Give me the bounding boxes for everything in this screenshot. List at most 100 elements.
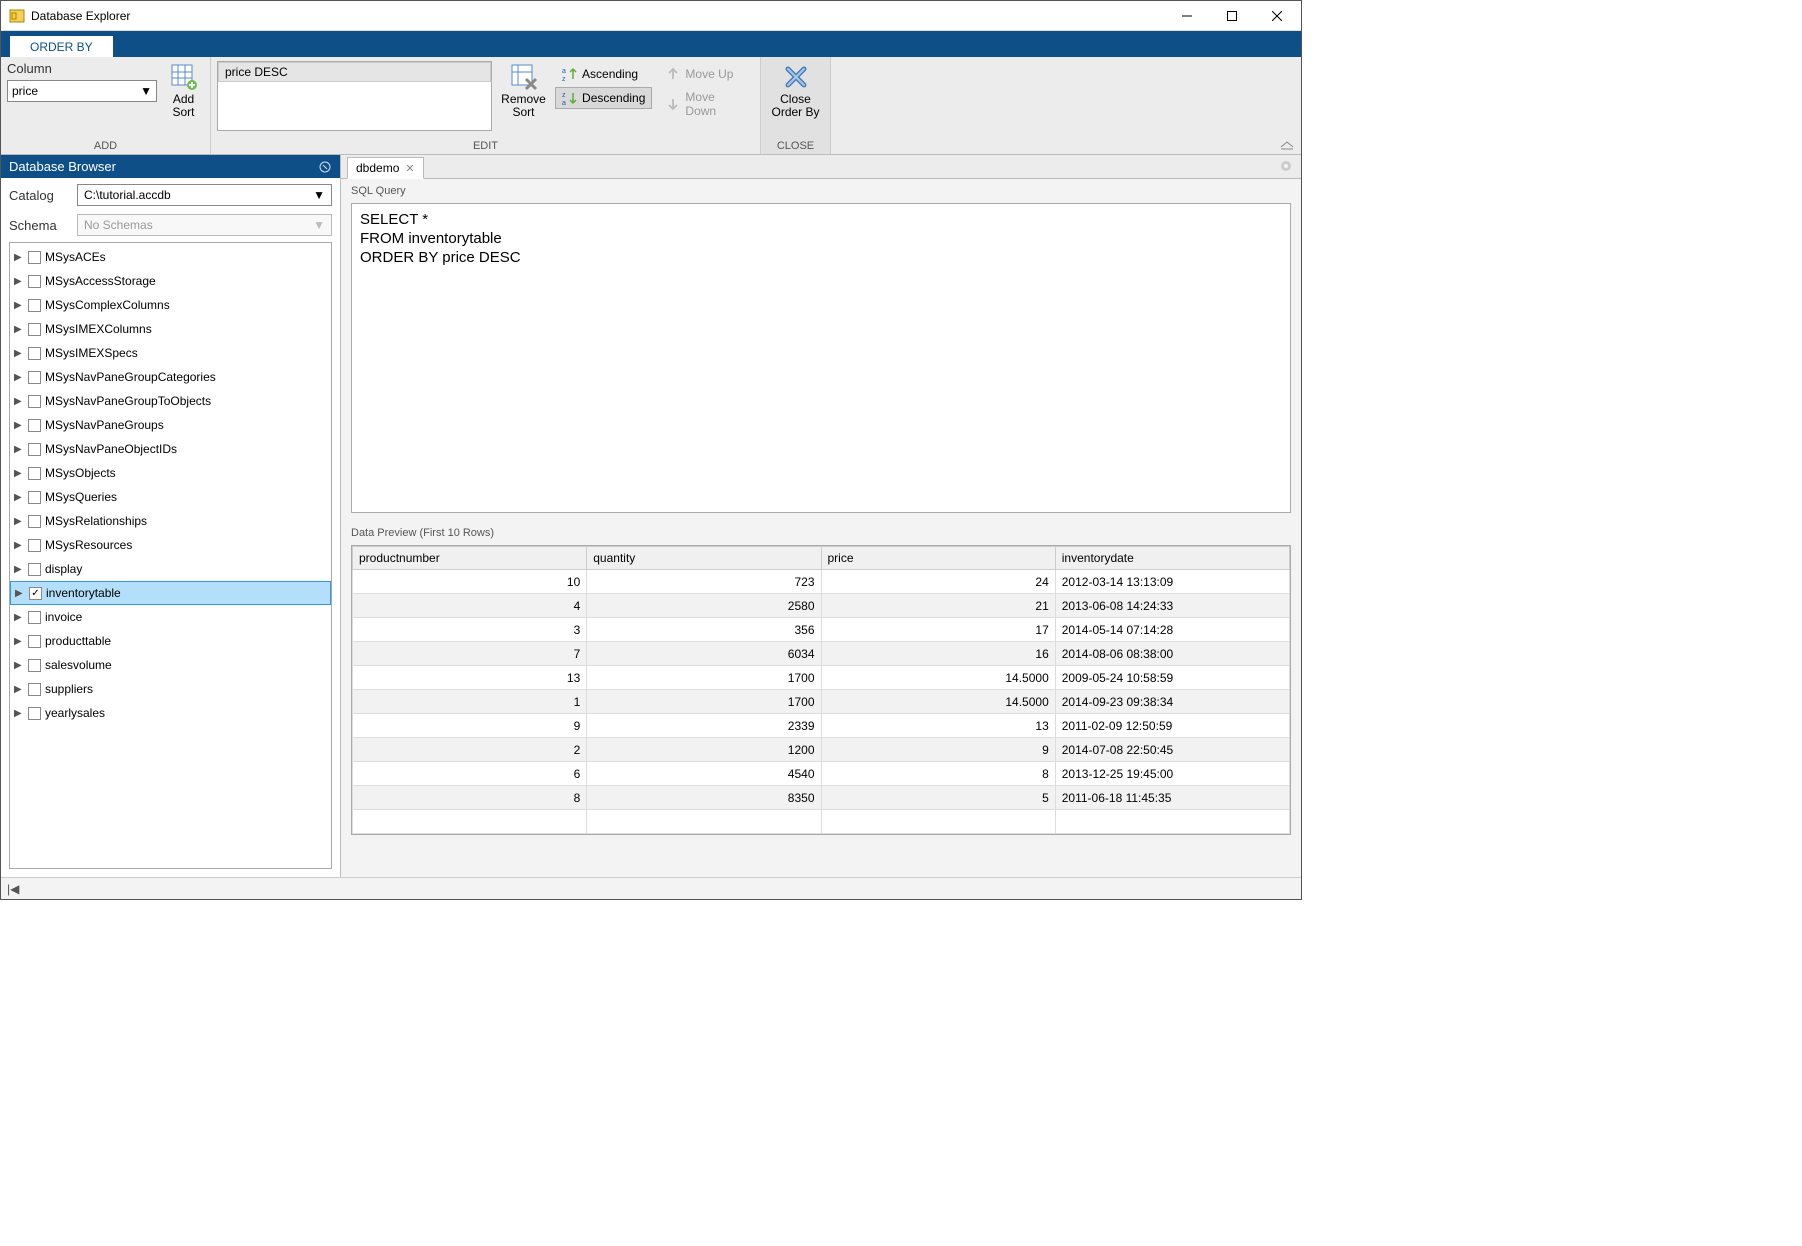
expand-icon[interactable]: ▶	[14, 324, 24, 335]
schema-select: No Schemas ▼	[77, 214, 332, 236]
svg-text:a: a	[562, 68, 566, 75]
checkbox[interactable]	[28, 611, 41, 624]
descending-button[interactable]: za Descending	[555, 87, 652, 109]
checkbox[interactable]	[28, 707, 41, 720]
tree-node[interactable]: ▶MSysNavPaneGroups	[10, 413, 331, 437]
expand-icon[interactable]: ▶	[14, 636, 24, 647]
sort-list[interactable]: price DESC	[217, 61, 492, 131]
tree-node[interactable]: ▶producttable	[10, 629, 331, 653]
table-row[interactable]: 13170014.50002009-05-24 10:58:59	[353, 666, 1290, 690]
expand-icon[interactable]: ▶	[14, 396, 24, 407]
expand-icon[interactable]: ▶	[14, 276, 24, 287]
table-row[interactable]: 8835052011-06-18 11:45:35	[353, 786, 1290, 810]
expand-icon[interactable]: ▶	[14, 684, 24, 695]
table-row[interactable]: 1170014.50002014-09-23 09:38:34	[353, 690, 1290, 714]
column-select[interactable]: price ▼	[7, 80, 157, 102]
expand-icon[interactable]: ▶	[14, 420, 24, 431]
tree-node[interactable]: ▶MSysObjects	[10, 461, 331, 485]
expand-icon[interactable]: ▶	[14, 708, 24, 719]
tab-orderby[interactable]: ORDER BY	[9, 35, 114, 58]
tree-node[interactable]: ▶yearlysales	[10, 701, 331, 725]
ascending-button[interactable]: az Ascending	[555, 63, 652, 85]
add-sort-button[interactable]: Add Sort	[163, 61, 204, 119]
checkbox[interactable]	[28, 371, 41, 384]
checkbox[interactable]	[28, 443, 41, 456]
checkbox[interactable]	[28, 491, 41, 504]
close-orderby-button[interactable]: Close Order By	[767, 61, 824, 119]
sql-query-input[interactable]: SELECT * FROM inventorytable ORDER BY pr…	[351, 203, 1291, 513]
table-row[interactable]: 10723242012-03-14 13:13:09	[353, 570, 1290, 594]
tree-node[interactable]: ▶display	[10, 557, 331, 581]
expand-icon[interactable]: ▶	[14, 252, 24, 263]
table-row[interactable]: 92339132011-02-09 12:50:59	[353, 714, 1290, 738]
sidebar-minimize-icon[interactable]	[318, 160, 332, 174]
table-cell: 2	[353, 738, 587, 762]
tree-node[interactable]: ▶MSysACEs	[10, 245, 331, 269]
table-row[interactable]: 6454082013-12-25 19:45:00	[353, 762, 1290, 786]
remove-sort-button[interactable]: Remove Sort	[498, 61, 549, 119]
tree-node[interactable]: ▶MSysNavPaneGroupCategories	[10, 365, 331, 389]
checkbox[interactable]	[28, 683, 41, 696]
checkbox[interactable]	[28, 275, 41, 288]
expand-icon[interactable]: ▶	[14, 492, 24, 503]
catalog-select[interactable]: C:\tutorial.accdb ▼	[77, 184, 332, 206]
tree-node[interactable]: ▶MSysRelationships	[10, 509, 331, 533]
tree-node[interactable]: ▶MSysNavPaneObjectIDs	[10, 437, 331, 461]
expand-icon[interactable]: ▶	[14, 660, 24, 671]
column-header[interactable]: quantity	[587, 547, 821, 570]
expand-icon[interactable]: ▶	[14, 444, 24, 455]
checkbox[interactable]	[28, 467, 41, 480]
tree-node[interactable]: ▶MSysIMEXSpecs	[10, 341, 331, 365]
checkbox[interactable]	[28, 347, 41, 360]
tab-close-icon[interactable]: ✕	[405, 162, 414, 175]
tree-node[interactable]: ▶MSysNavPaneGroupToObjects	[10, 389, 331, 413]
checkbox[interactable]	[28, 659, 41, 672]
tree-node[interactable]: ▶MSysResources	[10, 533, 331, 557]
tree-node[interactable]: ▶MSysQueries	[10, 485, 331, 509]
checkbox[interactable]	[28, 419, 41, 432]
column-header[interactable]: inventorydate	[1055, 547, 1289, 570]
checkbox[interactable]	[28, 515, 41, 528]
checkbox[interactable]	[28, 323, 41, 336]
view-options-icon[interactable]	[1279, 159, 1293, 173]
tree-node[interactable]: ▶salesvolume	[10, 653, 331, 677]
maximize-button[interactable]	[1209, 2, 1254, 30]
close-button[interactable]	[1254, 2, 1299, 30]
table-row[interactable]: 42580212013-06-08 14:24:33	[353, 594, 1290, 618]
expand-icon[interactable]: ▶	[14, 612, 24, 623]
minimize-button[interactable]	[1164, 2, 1209, 30]
checkbox[interactable]: ✓	[29, 587, 42, 600]
tab-dbdemo[interactable]: dbdemo ✕	[347, 157, 424, 179]
expand-icon[interactable]: ▶	[14, 372, 24, 383]
table-cell: 1200	[587, 738, 821, 762]
ribbon-minimize-icon[interactable]	[1279, 140, 1295, 150]
tree-node[interactable]: ▶MSysAccessStorage	[10, 269, 331, 293]
checkbox[interactable]	[28, 539, 41, 552]
checkbox[interactable]	[28, 635, 41, 648]
table-row[interactable]: 2120092014-07-08 22:50:45	[353, 738, 1290, 762]
tree-node[interactable]: ▶MSysIMEXColumns	[10, 317, 331, 341]
checkbox[interactable]	[28, 299, 41, 312]
column-header[interactable]: price	[821, 547, 1055, 570]
checkbox[interactable]	[28, 395, 41, 408]
tree-node[interactable]: ▶MSysComplexColumns	[10, 293, 331, 317]
expand-icon[interactable]: ▶	[14, 348, 24, 359]
tree-node[interactable]: ▶invoice	[10, 605, 331, 629]
expand-icon[interactable]: ▶	[14, 564, 24, 575]
table-tree[interactable]: ▶MSysACEs▶MSysAccessStorage▶MSysComplexC…	[9, 242, 332, 869]
column-header[interactable]: productnumber	[353, 547, 587, 570]
checkbox[interactable]	[28, 563, 41, 576]
tree-node[interactable]: ▶suppliers	[10, 677, 331, 701]
table-row[interactable]: 76034162014-08-06 08:38:00	[353, 642, 1290, 666]
expand-icon[interactable]: ▶	[15, 588, 25, 599]
status-prev-icon[interactable]: |◀	[7, 882, 19, 896]
expand-icon[interactable]: ▶	[14, 540, 24, 551]
expand-icon[interactable]: ▶	[14, 516, 24, 527]
schema-label: Schema	[9, 218, 69, 233]
sort-list-item[interactable]: price DESC	[218, 62, 491, 82]
tree-node[interactable]: ▶✓inventorytable	[10, 581, 331, 605]
expand-icon[interactable]: ▶	[14, 300, 24, 311]
table-row[interactable]: 3356172014-05-14 07:14:28	[353, 618, 1290, 642]
checkbox[interactable]	[28, 251, 41, 264]
expand-icon[interactable]: ▶	[14, 468, 24, 479]
